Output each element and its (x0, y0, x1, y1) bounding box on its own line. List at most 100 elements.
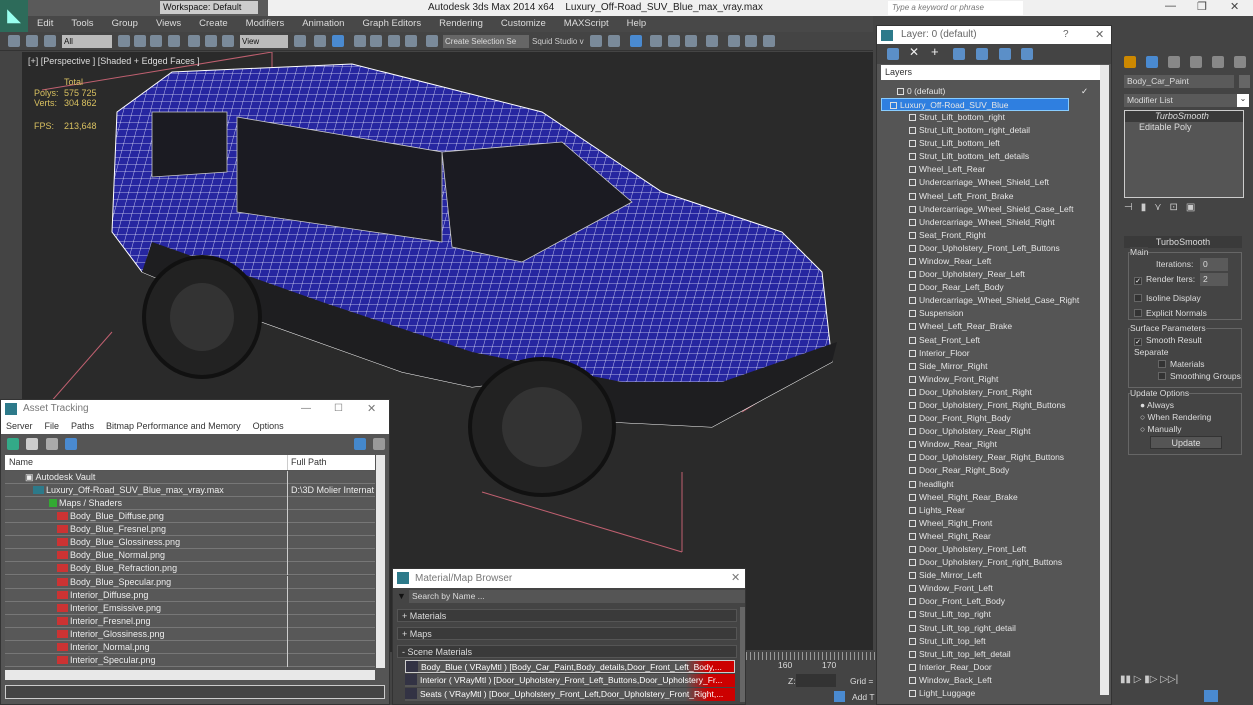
object-row[interactable]: Strut_Lift_bottom_right (881, 111, 1101, 124)
render-icon[interactable] (763, 35, 775, 47)
object-row[interactable]: Undercarriage_Wheel_Shield_Left (881, 176, 1101, 189)
time-ruler[interactable] (746, 652, 876, 660)
asset-row-file[interactable]: Body_Blue_Refraction.png (5, 562, 375, 576)
menu-tools[interactable]: Tools (62, 16, 102, 32)
object-row[interactable]: Light_Luggage (881, 687, 1101, 700)
object-row[interactable]: Strut_Lift_top_left_detail (881, 648, 1101, 661)
workspace-dropdown[interactable]: Workspace: Default (160, 1, 258, 14)
object-row[interactable]: Wheel_Left_Rear_Brake (881, 320, 1101, 333)
material-scrollbar[interactable] (740, 607, 745, 702)
select-manipulate-icon[interactable] (314, 35, 326, 47)
object-row[interactable]: Wheel_Right_Rear_Brake (881, 491, 1101, 504)
asset-row-file[interactable]: Body_Blue_Fresnel.png (5, 523, 375, 537)
rendered-frame-icon[interactable] (745, 35, 757, 47)
link-icon[interactable] (8, 35, 20, 47)
asset-row-file[interactable]: Interior_Normal.png (5, 640, 375, 654)
asset-row-file[interactable]: Body_Blue_Glossiness.png (5, 536, 375, 550)
smoothing-groups-checkbox[interactable]: Smoothing Groups (1158, 371, 1241, 381)
object-row[interactable]: Seat_Front_Right (881, 229, 1101, 242)
table-view-icon[interactable] (65, 438, 77, 450)
object-row[interactable]: Door_Upholstery_Front_Left_Buttons (881, 242, 1101, 255)
new-layer-icon[interactable] (887, 48, 899, 60)
menu-customize[interactable]: Customize (492, 16, 555, 32)
menu-paths[interactable]: Paths (71, 418, 94, 434)
object-row[interactable]: Door_Upholstery_Rear_Right (881, 425, 1101, 438)
object-row[interactable]: Door_Upholstery_Front_Right (881, 386, 1101, 399)
object-row[interactable]: Window_Back_Left (881, 674, 1101, 687)
materials-checkbox[interactable]: Materials (1158, 359, 1204, 369)
pivot-icon[interactable] (294, 35, 306, 47)
asset-row-maps[interactable]: Maps / Shaders (5, 497, 375, 511)
material-item-body-blue[interactable]: Body_Blue ( VRayMtl ) [Body_Car_Paint,Bo… (405, 660, 735, 673)
material-item-interior[interactable]: Interior ( VRayMtl ) [Door_Upholstery_Fr… (405, 674, 735, 687)
timeline[interactable]: 160 170 Z: Grid = Add T (746, 650, 876, 705)
menu-options[interactable]: Options (253, 418, 284, 434)
scale-icon[interactable] (222, 35, 234, 47)
asset-row-file[interactable]: Interior_Specular.png (5, 653, 375, 667)
menu-create[interactable]: Create (190, 16, 237, 32)
always-radio[interactable]: ● Always (1140, 400, 1174, 410)
manually-radio[interactable]: ○ Manually (1140, 424, 1182, 434)
asset-row-file[interactable]: Interior_Fresnel.png (5, 614, 375, 628)
explicit-normals-checkbox[interactable]: Explicit Normals (1134, 308, 1207, 318)
object-row[interactable]: Undercarriage_Wheel_Shield_Right (881, 216, 1101, 229)
name-column-header[interactable]: Name (5, 457, 33, 467)
object-row[interactable]: Door_Upholstery_Front_Right_Buttons (881, 399, 1101, 412)
add-to-layer-icon[interactable]: + (931, 44, 939, 59)
stack-item-turbosmooth[interactable]: TurboSmooth (1125, 111, 1243, 122)
layer-row-suv[interactable]: Luxury_Off-Road_SUV_Blue (881, 98, 1069, 111)
menu-maxscript[interactable]: MAXScript (555, 16, 618, 32)
freeze-all-icon[interactable] (1021, 48, 1033, 60)
asset-row-file[interactable]: Body_Blue_Normal.png (5, 549, 375, 563)
thumbnail-view-icon[interactable] (46, 438, 58, 450)
spinner-snap-icon[interactable] (405, 35, 417, 47)
graphite-icon[interactable] (650, 35, 662, 47)
object-row[interactable]: Door_Upholstery_Front_right_Buttons (881, 556, 1101, 569)
bind-icon[interactable] (44, 35, 56, 47)
object-row[interactable]: headlight (881, 478, 1101, 491)
select-objects-icon[interactable] (953, 48, 965, 60)
material-editor-icon[interactable] (706, 35, 718, 47)
layer-scrollbar[interactable] (1100, 65, 1109, 695)
object-row[interactable]: Side_Mirror_Left (881, 569, 1101, 582)
curve-editor-icon[interactable] (668, 35, 680, 47)
utilities-tab-icon[interactable] (1234, 56, 1246, 68)
list-view-icon[interactable] (26, 438, 38, 450)
select-icon[interactable] (118, 35, 130, 47)
object-row[interactable]: Interior_Floor (881, 347, 1101, 360)
object-row[interactable]: Window_Front_Left (881, 582, 1101, 595)
smooth-result-checkbox[interactable]: ✓ Smooth Result (1134, 335, 1202, 346)
move-icon[interactable] (188, 35, 200, 47)
object-row[interactable]: Side_Mirror_Right (881, 360, 1101, 373)
window-crossing-icon[interactable] (168, 35, 180, 47)
select-by-name-icon[interactable] (134, 35, 146, 47)
minimize-button[interactable]: — (301, 400, 311, 418)
object-row[interactable]: Suspension (881, 307, 1101, 320)
asset-row-file[interactable]: Interior_Glossiness.png (5, 627, 375, 641)
display-tab-icon[interactable] (1212, 56, 1224, 68)
playback-controls-icon[interactable]: ▮▮ ▷ ▮▷ ▷▷| (1120, 674, 1178, 685)
options-triangle-icon[interactable]: ▼ (397, 591, 406, 601)
app-logo[interactable]: ◣ (0, 0, 28, 32)
isoline-display-checkbox[interactable]: Isoline Display (1134, 293, 1201, 303)
current-layer-check-icon[interactable]: ✓ (1081, 85, 1088, 98)
full-path-column-header[interactable]: Full Path (287, 455, 327, 470)
help-button[interactable]: ? (1063, 26, 1069, 44)
materials-section[interactable]: + Materials (397, 609, 737, 622)
object-row[interactable]: Door_Rear_Left_Body (881, 281, 1101, 294)
search-input[interactable]: Type a keyword or phrase (888, 1, 1023, 15)
menu-help[interactable]: Help (618, 16, 656, 32)
minimize-button[interactable]: — (1165, 0, 1176, 12)
mirror-icon[interactable] (590, 35, 602, 47)
key-filter-icon[interactable] (834, 691, 845, 702)
menu-edit[interactable]: Edit (28, 16, 62, 32)
layer-manager-icon[interactable] (630, 35, 642, 47)
percent-snap-icon[interactable] (388, 35, 400, 47)
object-row[interactable]: Wheel_Left_Rear (881, 163, 1101, 176)
refresh-icon[interactable] (7, 438, 19, 450)
asset-row-vault[interactable]: ▣ Autodesk Vault (5, 471, 375, 484)
asset-vertical-scrollbar[interactable] (376, 455, 385, 668)
stack-tools-icons[interactable]: ⊣▮⋎⊡▣ (1124, 202, 1203, 213)
menu-bitmap-performance[interactable]: Bitmap Performance and Memory (106, 418, 241, 434)
hide-all-icon[interactable] (999, 48, 1011, 60)
